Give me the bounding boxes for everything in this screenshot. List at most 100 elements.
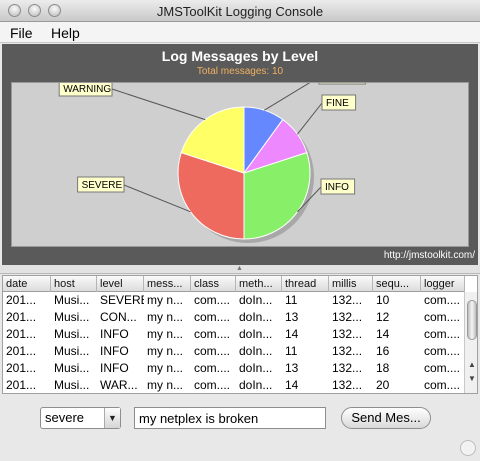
pie-leader-line (111, 88, 206, 121)
menu-help[interactable]: Help (51, 25, 80, 41)
table-cell: com.... (194, 310, 231, 324)
table-cell: com.... (424, 378, 461, 392)
table-cell: 132... (332, 327, 363, 341)
column-header[interactable]: class (191, 276, 236, 292)
table-body: 201... Musi... SEVERE my n... com.... doIn...… (3, 292, 465, 393)
table-cell: my n... (147, 344, 184, 358)
table-cell: com.... (424, 344, 461, 358)
table-row[interactable]: 201... Musi... INFO my n... com.... doIn... 11… (3, 343, 465, 360)
table-cell: 201... (6, 378, 37, 392)
table-cell: com.... (424, 293, 461, 307)
table-cell: 18 (376, 361, 390, 375)
column-header[interactable]: sequ... (373, 276, 421, 292)
table-row[interactable]: 201... Musi... INFO my n... com.... doIn... 14… (3, 326, 465, 343)
table-cell: 14 (285, 378, 299, 392)
table-row[interactable]: 201... Musi... INFO my n... com.... doIn... 13… (3, 360, 465, 377)
table-cell: doIn... (239, 378, 273, 392)
resize-grip-icon[interactable] (460, 440, 476, 456)
table-cell: my n... (147, 378, 184, 392)
column-header[interactable]: date (3, 276, 51, 292)
scroll-up-icon[interactable]: ▲ (467, 360, 477, 370)
table-cell: com.... (194, 327, 231, 341)
table-row[interactable]: 201... Musi... CON... my n... com.... doIn...… (3, 309, 465, 326)
table-cell: 132... (332, 378, 363, 392)
table-cell: doIn... (239, 361, 273, 375)
app-window: JMSToolKit Logging Console File Help Log… (0, 0, 480, 461)
table-cell: 132... (332, 310, 363, 324)
table-cell: Musi... (54, 327, 90, 341)
menu-file[interactable]: File (10, 25, 33, 41)
pie-label: WARNING (63, 84, 111, 95)
send-message-button[interactable]: Send Mes... (341, 407, 431, 429)
table-cell: com.... (194, 293, 231, 307)
chart-url: http://jmstoolkit.com/ (383, 250, 475, 261)
table-cell: my n... (147, 293, 184, 307)
level-select[interactable]: severe ▼ (40, 407, 121, 429)
window-title: JMSToolKit Logging Console (156, 4, 324, 19)
table-cell: 10 (376, 293, 390, 307)
dropdown-arrow-icon[interactable]: ▼ (104, 408, 120, 428)
log-table: date host level mess... class meth... thread mi… (2, 275, 478, 394)
table-cell: INFO (100, 361, 129, 375)
table-cell: 132... (332, 293, 363, 307)
table-cell: doIn... (239, 344, 273, 358)
send-controls: severe ▼ Send Mes... (0, 395, 480, 461)
pie-label-box (318, 68, 366, 85)
column-header[interactable]: millis (329, 276, 373, 292)
table-cell: doIn... (239, 310, 273, 324)
column-header[interactable]: logger (421, 276, 465, 292)
table-cell: com.... (424, 361, 461, 375)
table-cell: Musi... (54, 378, 90, 392)
table-cell: 20 (376, 378, 390, 392)
chart-title: Log Messages by Level (161, 48, 319, 64)
column-header[interactable]: mess... (144, 276, 191, 292)
table-row[interactable]: 201... Musi... WAR... my n... com.... doIn...… (3, 377, 465, 393)
table-cell: 132... (332, 361, 363, 375)
column-header[interactable]: thread (282, 276, 329, 292)
pie-leader-line (264, 76, 320, 111)
table-cell: Musi... (54, 361, 90, 375)
pie-chart: CONFIGFINEINFOSEVEREWARNING (58, 68, 366, 243)
scrollbar-thumb[interactable] (467, 300, 477, 340)
table-vertical-scrollbar[interactable]: ▲ ▼ (464, 292, 477, 393)
pie-label: INFO (325, 182, 349, 193)
table-cell: SEVERE (100, 293, 144, 307)
table-cell: doIn... (239, 327, 273, 341)
table-cell: 201... (6, 344, 37, 358)
split-grip-icon: ▲ (236, 265, 243, 272)
table-cell: com.... (194, 378, 231, 392)
table-header: date host level mess... class meth... thread mi… (3, 276, 465, 292)
pie-label: SEVERE (82, 180, 123, 191)
pie-label: FINE (326, 98, 349, 109)
table-cell: 14 (285, 327, 299, 341)
table-cell: 11 (285, 293, 298, 307)
plot-area: CONFIGFINEINFOSEVEREWARNING (11, 68, 469, 247)
table-cell: my n... (147, 327, 184, 341)
table-cell: 201... (6, 361, 37, 375)
column-header[interactable]: meth... (236, 276, 282, 292)
table-cell: 16 (376, 344, 390, 358)
scroll-down-icon[interactable]: ▼ (467, 374, 477, 384)
table-cell: INFO (100, 344, 129, 358)
menu-bar: File Help (0, 22, 480, 43)
message-input[interactable] (134, 407, 326, 429)
table-row[interactable]: 201... Musi... SEVERE my n... com.... doIn...… (3, 292, 465, 309)
table-cell: WAR... (100, 378, 138, 392)
table-cell: INFO (100, 327, 129, 341)
table-cell: my n... (147, 361, 184, 375)
level-select-value: severe (45, 410, 85, 425)
table-cell: 13 (285, 310, 299, 324)
table-cell: my n... (147, 310, 184, 324)
chart-panel: Log Messages by Level Total messages: 10… (2, 44, 478, 265)
column-header[interactable]: level (97, 276, 144, 292)
table-cell: com.... (194, 361, 231, 375)
table-cell: Musi... (54, 344, 90, 358)
title-bar[interactable]: JMSToolKit Logging Console (0, 0, 480, 22)
table-cell: 201... (6, 327, 37, 341)
table-cell: 14 (376, 327, 390, 341)
split-divider[interactable]: ▲ (0, 265, 480, 274)
column-header[interactable]: host (51, 276, 97, 292)
table-cell: com.... (424, 327, 461, 341)
pie-leader-line (297, 102, 323, 135)
chart-subtitle: Total messages: 10 (196, 66, 284, 77)
